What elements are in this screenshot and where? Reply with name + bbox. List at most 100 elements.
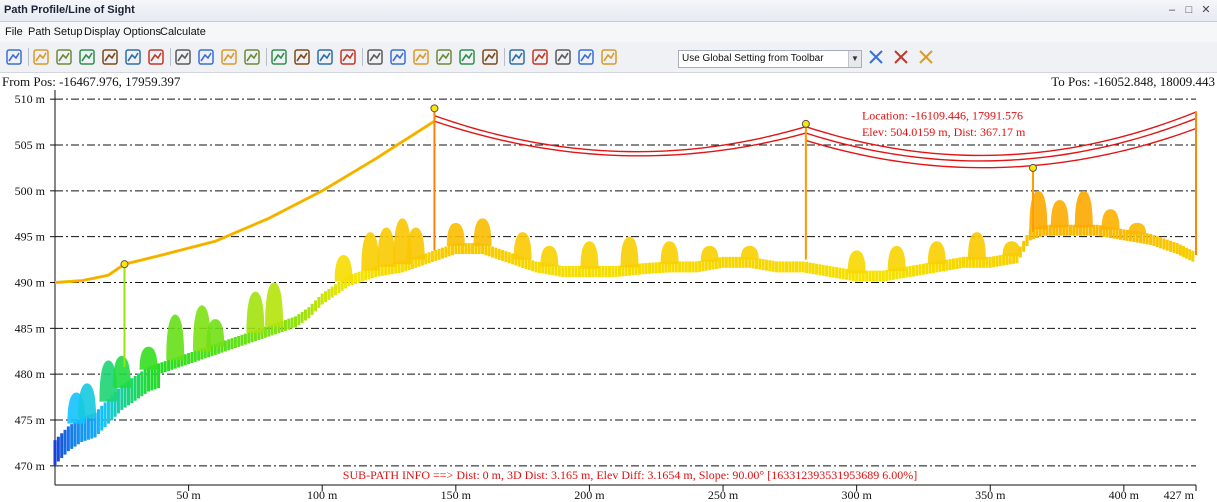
y-tick-label: 475 m	[15, 413, 46, 427]
x-tick-label: 427 m	[1164, 488, 1195, 502]
zoom-icon[interactable]	[4, 47, 24, 67]
terrain-icon[interactable]	[219, 47, 239, 67]
pole-top-marker	[430, 104, 439, 113]
building-icon[interactable]	[480, 47, 500, 67]
power-line-wire	[434, 120, 807, 157]
toolbar	[0, 42, 1217, 73]
location-annotation: Location: -16109.446, 17991.576	[862, 108, 1023, 122]
window-title: Path Profile/Line of Sight	[4, 4, 135, 16]
toolbar-separator	[266, 48, 267, 66]
vegetation-point	[1050, 200, 1069, 228]
minimize-icon[interactable]: –	[1165, 3, 1179, 17]
vegetation-point	[1074, 190, 1093, 228]
mountain-icon[interactable]	[388, 47, 408, 67]
window-titlebar[interactable]: Path Profile/Line of Sight – □ ✕	[0, 0, 1217, 22]
vegetation-point	[78, 383, 97, 419]
path-right-icon[interactable]	[365, 47, 385, 67]
water-wave-icon[interactable]	[576, 47, 596, 67]
pan-hand-icon[interactable]	[31, 47, 51, 67]
close-icon[interactable]: ✕	[1199, 3, 1213, 17]
select-area-icon[interactable]	[100, 47, 120, 67]
vegetation-point	[580, 241, 599, 269]
chevron-down-icon[interactable]: ▼	[848, 51, 861, 67]
x-tick-label: 200 m	[574, 488, 605, 502]
menu-path-setup[interactable]: Path Setup	[28, 26, 82, 38]
y-tick-label: 490 m	[15, 276, 46, 290]
global-setting-select[interactable]: Use Global Setting from Toolbar ▼	[678, 50, 862, 68]
subpath-info: SUB-PATH INFO ==> Dist: 0 m, 3D Dist: 3.…	[343, 468, 917, 482]
vegetation-point	[1101, 209, 1120, 230]
toolbar-separator	[28, 48, 29, 66]
line-tool-icon[interactable]	[196, 47, 216, 67]
filter-icon[interactable]	[916, 47, 936, 67]
x-tick-label: 100 m	[307, 488, 338, 502]
pole-top-marker	[801, 119, 810, 128]
path-left-icon[interactable]	[338, 47, 358, 67]
vegetation-point	[847, 250, 866, 274]
vegetation-point	[540, 245, 559, 267]
menu-calculate[interactable]: Calculate	[160, 26, 206, 38]
view-eye-icon[interactable]	[292, 47, 312, 67]
x-tick-label: 50 m	[176, 488, 201, 502]
x-tick-label: 350 m	[975, 488, 1006, 502]
vegetation-point	[361, 232, 380, 271]
bush-icon[interactable]	[434, 47, 454, 67]
vegetation-point	[660, 241, 679, 265]
power-line-icon[interactable]	[530, 47, 550, 67]
y-tick-label: 485 m	[15, 321, 46, 335]
toolbar-separator	[504, 48, 505, 66]
tree-green-icon[interactable]	[457, 47, 477, 67]
x-tick-label: 250 m	[708, 488, 739, 502]
profile-icon[interactable]	[146, 47, 166, 67]
ruler-icon[interactable]	[54, 47, 74, 67]
grass-icon[interactable]	[411, 47, 431, 67]
tree-icon[interactable]	[269, 47, 289, 67]
vegetation-point	[446, 222, 465, 246]
y-tick-label: 505 m	[15, 138, 46, 152]
x-tick-label: 150 m	[441, 488, 472, 502]
vegetation-point	[334, 255, 353, 282]
pole-top-marker	[120, 260, 129, 269]
x-tick-label: 400 m	[1109, 488, 1140, 502]
ground-icon[interactable]	[242, 47, 262, 67]
vegetation-point	[927, 241, 946, 265]
vegetation-point	[620, 236, 639, 268]
vegetation-point	[887, 245, 906, 272]
to-position: To Pos: -16052.848, 18009.443	[1051, 74, 1215, 89]
vegetation-point	[513, 232, 532, 260]
vegetation-point	[112, 355, 131, 388]
pole-top-marker	[1029, 163, 1037, 172]
vegetation-point	[1002, 241, 1021, 256]
menu-bar: File Path Setup Display Options Calculat…	[0, 22, 1217, 42]
select-points-icon[interactable]	[77, 47, 97, 67]
menu-display-options[interactable]: Display Options	[84, 26, 161, 38]
settings-icon[interactable]	[866, 47, 886, 67]
location-annotation: Elev: 504.0159 m, Dist: 367.17 m	[862, 125, 1026, 139]
path-profile-chart[interactable]: 470 m 475 m 480 m 485 m 490 m 495 m 500 m 505 m…	[0, 90, 1217, 502]
vegetation-point	[1128, 222, 1147, 235]
measure-icon[interactable]	[123, 47, 143, 67]
toolbar-separator	[362, 48, 363, 66]
y-tick-label: 510 m	[15, 92, 46, 106]
los-icon[interactable]	[315, 47, 335, 67]
y-tick-label: 470 m	[15, 459, 46, 473]
vegetation-point	[265, 282, 284, 327]
vegetation-point	[377, 227, 396, 267]
global-setting-value: Use Global Setting from Toolbar	[682, 53, 824, 64]
vegetation-point	[139, 346, 158, 370]
maximize-icon[interactable]: □	[1182, 3, 1196, 17]
key-icon[interactable]	[599, 47, 619, 67]
vegetation-point	[700, 245, 719, 262]
vegetation-point	[473, 218, 492, 246]
from-position: From Pos: -16467.976, 17959.397	[2, 74, 181, 89]
y-tick-label: 480 m	[15, 367, 46, 381]
vegetation-point	[246, 291, 265, 333]
vegetation-point	[166, 314, 185, 361]
y-tick-label: 500 m	[15, 184, 46, 198]
y-tick-label: 495 m	[15, 230, 46, 244]
clear-icon[interactable]	[891, 47, 911, 67]
menu-file[interactable]: File	[5, 26, 23, 38]
water-icon[interactable]	[553, 47, 573, 67]
pointer-icon[interactable]	[173, 47, 193, 67]
pole-icon[interactable]	[507, 47, 527, 67]
